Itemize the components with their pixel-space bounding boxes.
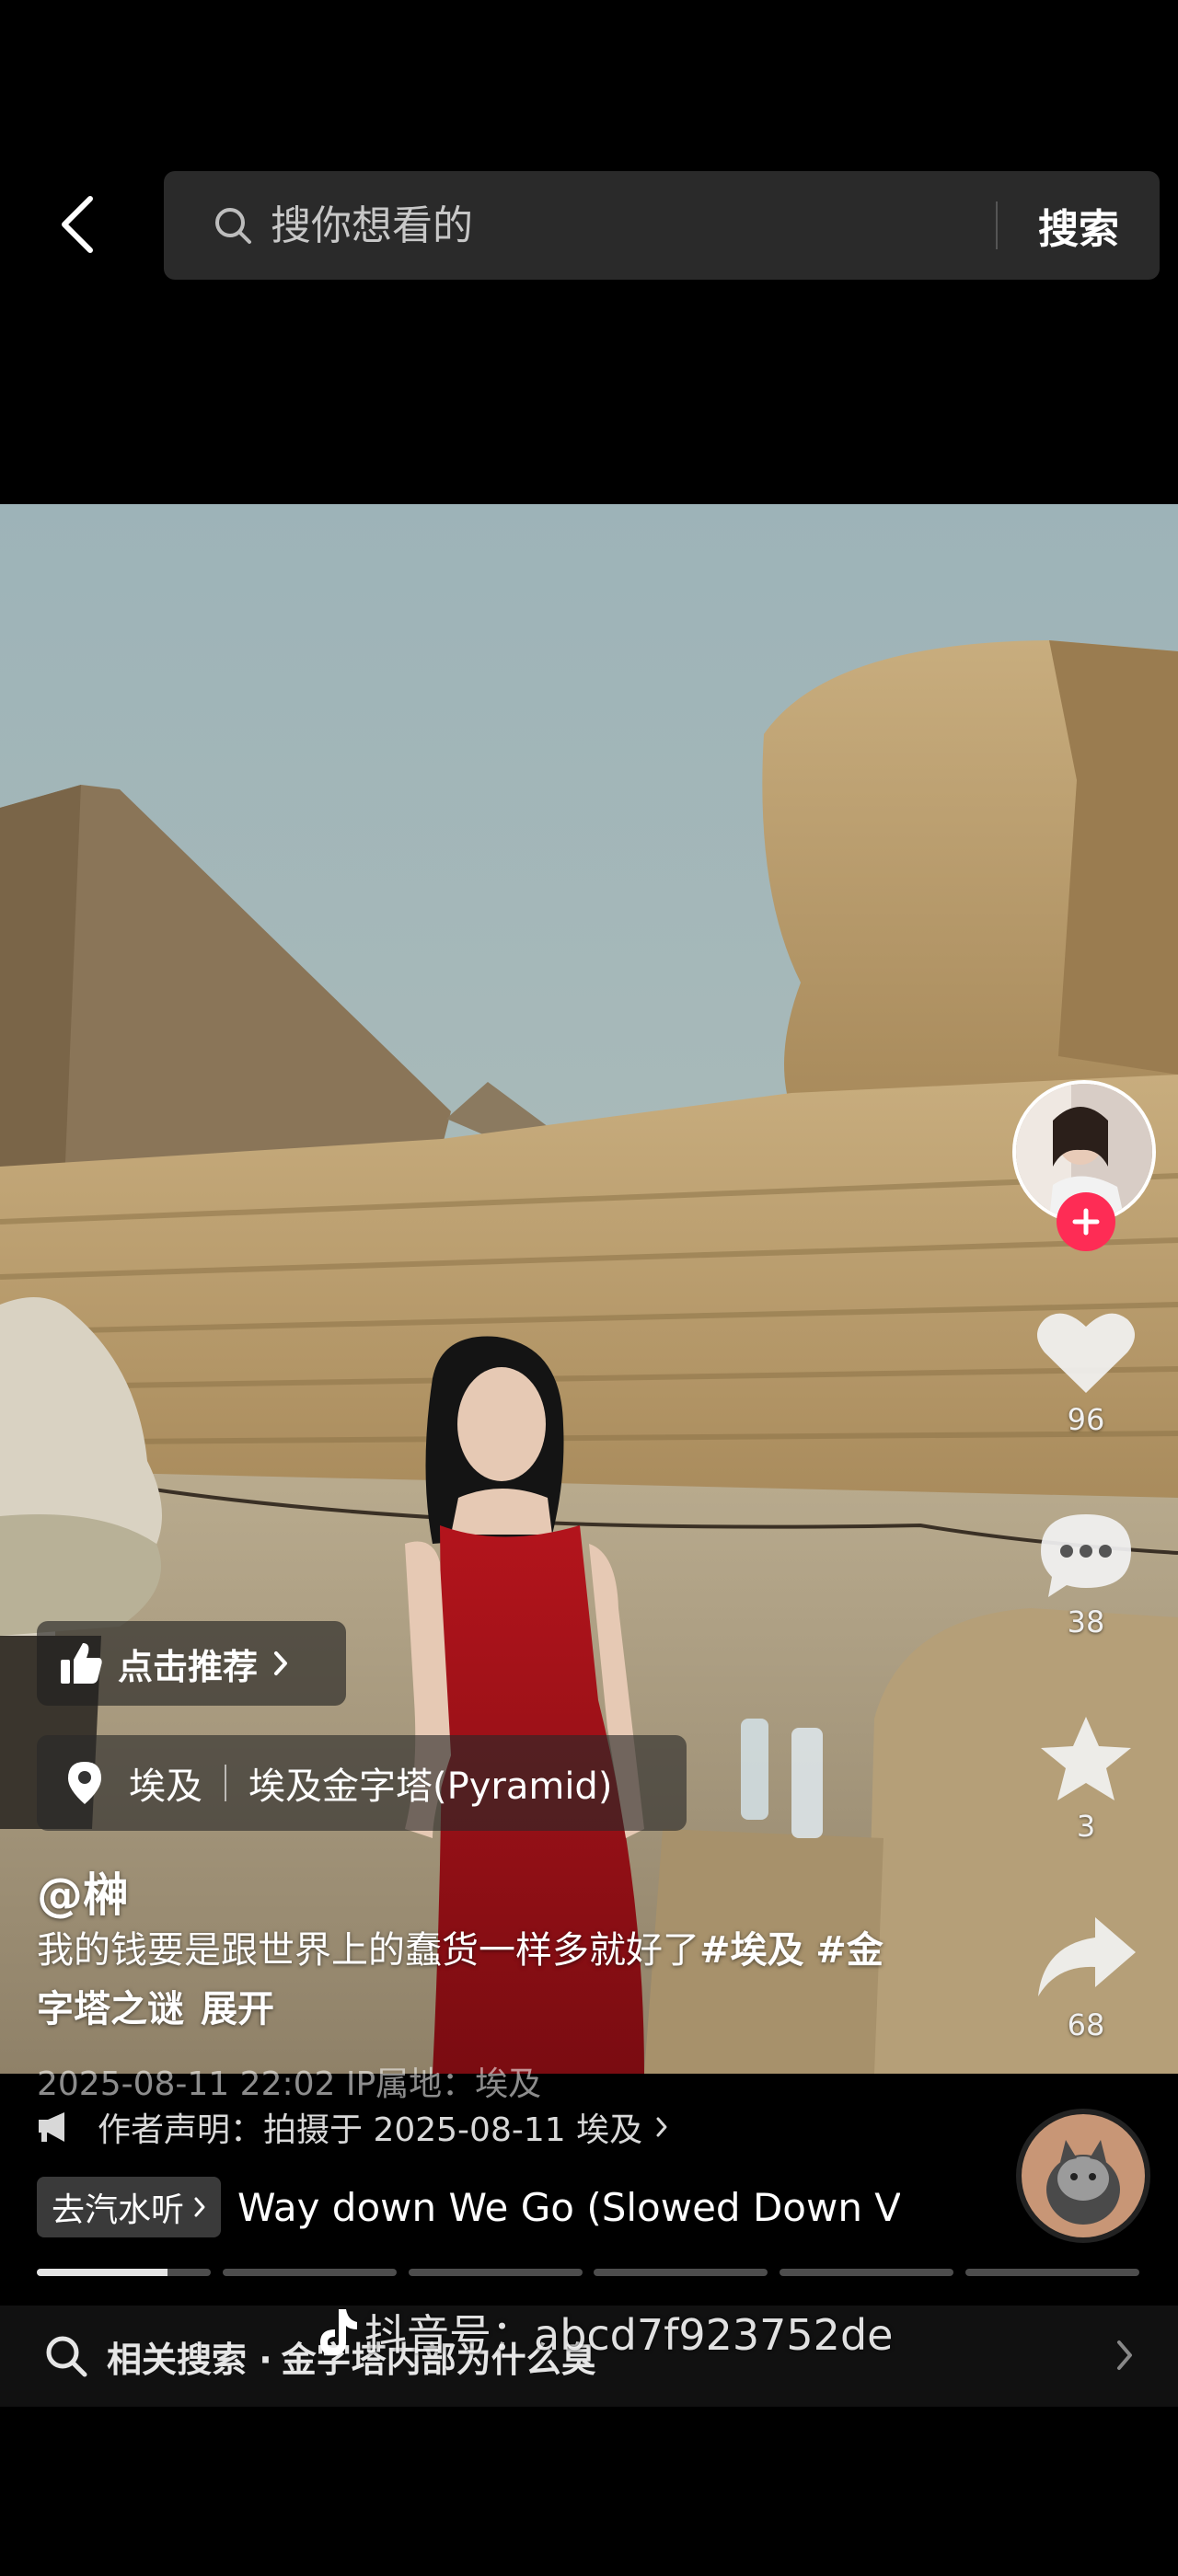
search-input[interactable] bbox=[271, 201, 996, 249]
progress-segment bbox=[594, 2269, 768, 2276]
progress-segment bbox=[780, 2269, 954, 2276]
back-button[interactable] bbox=[48, 184, 107, 265]
douyin-logo-icon bbox=[309, 2305, 364, 2360]
comment-icon bbox=[1041, 1514, 1131, 1597]
music-row: 去汽水听 Way down We Go (Slowed Down V bbox=[37, 2177, 900, 2237]
plus-icon bbox=[1072, 1208, 1100, 1236]
like-button[interactable]: 96 bbox=[1012, 1306, 1160, 1437]
comment-count: 38 bbox=[1067, 1604, 1105, 1639]
share-count: 68 bbox=[1067, 2007, 1105, 2042]
favorite-count: 3 bbox=[1076, 1809, 1096, 1844]
chevron-right-icon bbox=[274, 1651, 288, 1675]
megaphone-icon bbox=[39, 2112, 64, 2142]
star-icon bbox=[1041, 1717, 1131, 1800]
progress-segment bbox=[964, 2269, 1139, 2276]
location-divider bbox=[225, 1765, 226, 1801]
progress-segment bbox=[222, 2269, 397, 2276]
author-avatar-button[interactable] bbox=[1012, 1080, 1160, 1251]
expand-caption-button[interactable]: 展开 bbox=[201, 1988, 274, 2030]
search-icon bbox=[46, 2336, 87, 2377]
author-declaration[interactable]: 作者声明：拍摄于 2025-08-11 埃及 bbox=[37, 2103, 668, 2151]
progress-bar[interactable] bbox=[37, 2269, 1139, 2276]
post-meta: 2025-08-11 22:02 IP属地：埃及 bbox=[37, 2065, 542, 2103]
music-disc[interactable] bbox=[1016, 2109, 1150, 2243]
progress-segment bbox=[408, 2269, 583, 2276]
music-tag-label: 去汽水听 bbox=[52, 2191, 185, 2229]
favorite-button[interactable]: 3 bbox=[1012, 1713, 1160, 1844]
follow-button[interactable] bbox=[1057, 1192, 1115, 1251]
video-caption: 我的钱要是跟世界上的蠢货一样多就好了#埃及 #金字塔之谜 展开 bbox=[37, 1921, 884, 2039]
location-chip[interactable]: 埃及 埃及金字塔(Pyramid) bbox=[37, 1735, 687, 1831]
watermark: 抖音号：abcd7f923752de bbox=[309, 2302, 893, 2363]
chevron-right-icon bbox=[656, 2117, 667, 2137]
progress-segment bbox=[37, 2269, 211, 2276]
location-pin-icon bbox=[68, 1762, 101, 1804]
video-frame-sphinx-pyramid bbox=[0, 504, 1178, 2074]
share-arrow-icon bbox=[1038, 1917, 1136, 1996]
thumbs-up-icon bbox=[61, 1643, 102, 1684]
search-icon bbox=[201, 193, 265, 258]
chevron-left-icon bbox=[62, 196, 93, 253]
related-search-label: 相关搜索 · bbox=[107, 2339, 272, 2380]
open-music-app-button[interactable]: 去汽水听 bbox=[37, 2177, 222, 2237]
video-player[interactable] bbox=[0, 504, 1178, 2074]
search-button[interactable]: 搜索 bbox=[998, 171, 1160, 280]
recommend-button[interactable]: 点击推荐 bbox=[37, 1621, 346, 1706]
chevron-right-icon bbox=[1117, 2340, 1132, 2370]
watermark-text: 抖音号：abcd7f923752de bbox=[364, 2310, 894, 2360]
heart-icon bbox=[1037, 1313, 1135, 1393]
declaration-text: 作者声明：拍摄于 2025-08-11 埃及 bbox=[98, 2111, 643, 2149]
share-button[interactable]: 68 bbox=[1012, 1912, 1160, 2042]
location-country: 埃及 bbox=[129, 1765, 202, 1808]
like-count: 96 bbox=[1067, 1402, 1105, 1437]
music-cover-cat-image bbox=[1022, 2114, 1145, 2237]
hashtag-egypt[interactable]: #埃及 bbox=[699, 1929, 804, 1972]
comment-button[interactable]: 38 bbox=[1012, 1509, 1160, 1639]
chevron-right-icon bbox=[194, 2197, 205, 2217]
recommend-label: 点击推荐 bbox=[118, 1646, 259, 1687]
progress-fill bbox=[37, 2269, 167, 2276]
author-name[interactable]: @榊 bbox=[37, 1858, 129, 1925]
location-place: 埃及金字塔(Pyramid) bbox=[248, 1765, 613, 1808]
music-title[interactable]: Way down We Go (Slowed Down V bbox=[237, 2185, 900, 2230]
search-bar[interactable]: 搜索 bbox=[164, 171, 1160, 280]
caption-text: 我的钱要是跟世界上的蠢货一样多就好了 bbox=[37, 1929, 699, 1972]
